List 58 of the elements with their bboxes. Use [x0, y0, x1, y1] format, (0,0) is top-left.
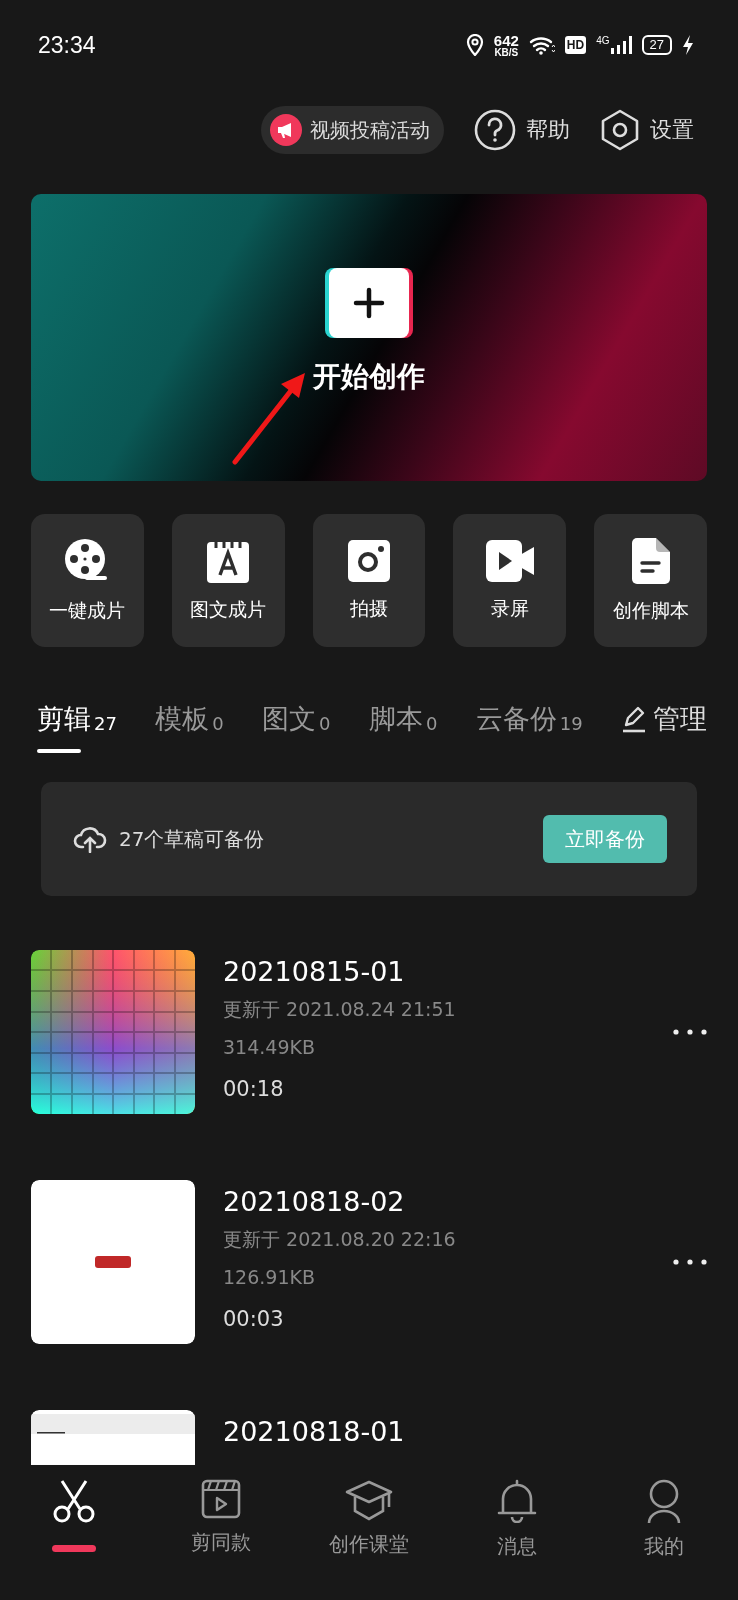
- draft-updated-time: 更新于 2021.08.24 21:51: [223, 997, 457, 1022]
- tab[interactable]: 云备份 19: [475, 689, 583, 749]
- active-tab-indicator: [51, 1545, 96, 1552]
- active-tab-underline: [37, 749, 81, 753]
- more-icon[interactable]: [672, 1258, 708, 1266]
- charging-icon: [682, 34, 694, 56]
- nav-item[interactable]: 我的: [590, 1479, 738, 1579]
- nav-item[interactable]: 剪同款: [147, 1479, 296, 1579]
- shortcut-tile[interactable]: 创作脚本: [594, 514, 707, 647]
- signal-icon: [609, 35, 632, 55]
- help-button[interactable]: 帮助: [474, 109, 570, 151]
- draft-title: 20210818-01: [223, 1415, 406, 1449]
- camera-icon: [348, 539, 390, 582]
- backup-message: 27个草稿可备份: [119, 825, 266, 853]
- more-icon[interactable]: [672, 1028, 708, 1036]
- draft-title: 20210815-01: [223, 955, 406, 989]
- graduation-cap-icon: [345, 1479, 393, 1521]
- hero-label: 开始创作: [313, 359, 425, 395]
- tab[interactable]: 剪辑 27: [37, 689, 117, 749]
- draft-duration: 00:03: [223, 1306, 285, 1333]
- settings-button[interactable]: 设置: [600, 109, 694, 151]
- settings-icon: [600, 109, 640, 151]
- shortcut-tile[interactable]: 一键成片: [31, 514, 144, 647]
- draft-size: 314.49KB: [223, 1035, 316, 1060]
- help-icon: [474, 109, 516, 151]
- tab[interactable]: 图文 0: [262, 689, 331, 749]
- promo-button[interactable]: 视频投稿活动: [261, 106, 444, 154]
- megaphone-icon: [270, 114, 302, 146]
- network-speed: 642: [493, 32, 519, 48]
- draft-updated-time: 更新于 2021.08.20 22:16: [223, 1227, 457, 1252]
- wifi-icon: [528, 35, 555, 55]
- cloud-upload-icon: [73, 825, 107, 853]
- hd-badge: HD: [564, 36, 587, 54]
- nav-item[interactable]: 消息: [442, 1479, 591, 1579]
- manage-button[interactable]: 管理: [620, 701, 707, 737]
- status-time: 23:34: [38, 31, 96, 59]
- battery-level: 27: [641, 35, 672, 55]
- hero-banner[interactable]: 开始创作: [31, 194, 707, 481]
- speed-unit: KB/S: [494, 47, 519, 58]
- draft-duration: 00:18: [223, 1076, 285, 1103]
- video-camera-icon: [485, 539, 534, 582]
- nav-item[interactable]: 创作课堂: [295, 1479, 443, 1579]
- shortcut-tile[interactable]: 录屏: [453, 514, 567, 647]
- scissors-icon: [51, 1479, 96, 1523]
- tab[interactable]: 脚本 0: [368, 689, 438, 749]
- location-icon: [465, 34, 484, 56]
- bell-icon: [496, 1479, 537, 1523]
- clapper-video-icon: [201, 1479, 242, 1519]
- document-icon: [631, 537, 670, 584]
- network-type: 4G: [596, 35, 610, 46]
- shortcut-tile[interactable]: 拍摄: [312, 514, 426, 647]
- draft-title: 20210818-02: [223, 1185, 406, 1219]
- plus-icon: [353, 287, 385, 319]
- shortcut-tile[interactable]: 图文成片: [171, 514, 285, 647]
- profile-icon: [647, 1479, 682, 1523]
- tab[interactable]: 模板 0: [155, 689, 224, 749]
- pencil-icon: [620, 705, 647, 733]
- draft-size: 126.91KB: [223, 1265, 316, 1290]
